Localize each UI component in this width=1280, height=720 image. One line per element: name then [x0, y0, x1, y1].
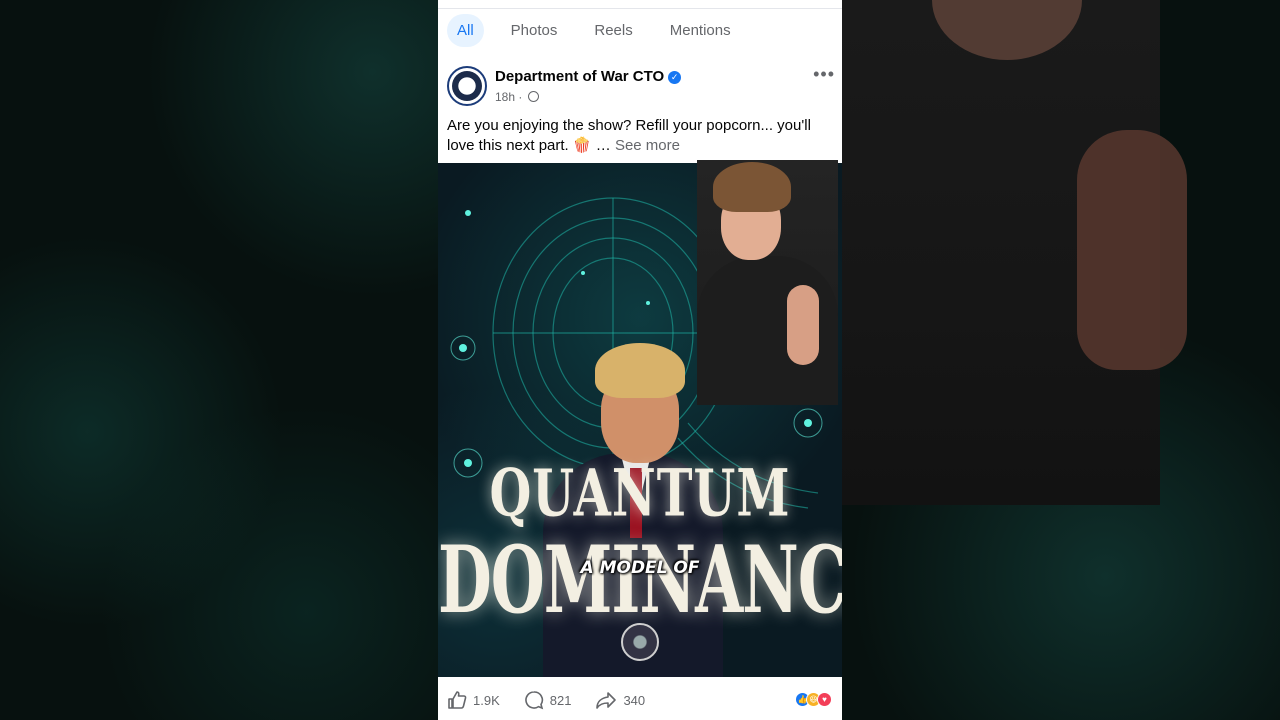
author-avatar[interactable]	[447, 66, 487, 106]
tab-mentions[interactable]: Mentions	[660, 14, 741, 47]
presenter-head-blur	[932, 0, 1082, 60]
comment-button[interactable]: 821	[524, 690, 572, 710]
comment-icon	[524, 691, 543, 710]
tab-photos[interactable]: Photos	[501, 14, 568, 47]
caption-ellipsis: …	[591, 137, 615, 154]
post-header: Department of War CTO ✓ 18h · •••	[447, 64, 835, 110]
filter-tabs: All Photos Reels Mentions	[438, 8, 842, 52]
tab-all[interactable]: All	[447, 14, 484, 47]
post-action-bar: 1.9K 821 340 👍 😆 ♥	[438, 680, 842, 720]
department-seal-icon	[452, 71, 482, 101]
comment-count: 821	[549, 692, 572, 708]
background-presenter-blur	[842, 0, 1187, 505]
poster-seal-icon	[621, 623, 659, 661]
share-count: 340	[623, 692, 646, 708]
presenter-hand-blur	[1077, 130, 1187, 370]
presenter-inset-video	[697, 160, 838, 405]
post-caption: Are you enjoying the show? Refill your p…	[447, 116, 833, 156]
share-button[interactable]: 340	[595, 690, 645, 710]
background-left-blur	[0, 0, 438, 720]
like-count: 1.9K	[473, 692, 500, 708]
post-meta: 18h ·	[495, 90, 539, 104]
popcorn-emoji: 🍿	[572, 137, 592, 154]
video-subtitle: A MODEL OF	[580, 558, 700, 578]
see-more-link[interactable]: See more	[615, 137, 680, 154]
poster-title-quantum: QUANTUM	[489, 456, 791, 532]
poster-title-dominance: DOMINANCE	[438, 524, 842, 635]
like-button[interactable]: 1.9K	[447, 690, 500, 710]
post-time[interactable]: 18h	[495, 90, 515, 104]
verified-badge-icon: ✓	[668, 71, 682, 84]
globe-icon	[527, 91, 539, 102]
author-name-row: Department of War CTO ✓	[495, 68, 682, 85]
more-dots-icon[interactable]: •••	[813, 64, 835, 85]
author-name[interactable]: Department of War CTO	[495, 68, 664, 85]
tab-reels[interactable]: Reels	[584, 14, 642, 47]
like-icon	[448, 691, 467, 709]
reaction-love-icon: ♥	[817, 692, 832, 707]
share-icon	[596, 692, 617, 709]
reaction-summary[interactable]: 👍 😆 ♥	[795, 692, 832, 707]
presenter-pointing-hand	[787, 285, 819, 365]
meta-separator: ·	[518, 90, 523, 104]
